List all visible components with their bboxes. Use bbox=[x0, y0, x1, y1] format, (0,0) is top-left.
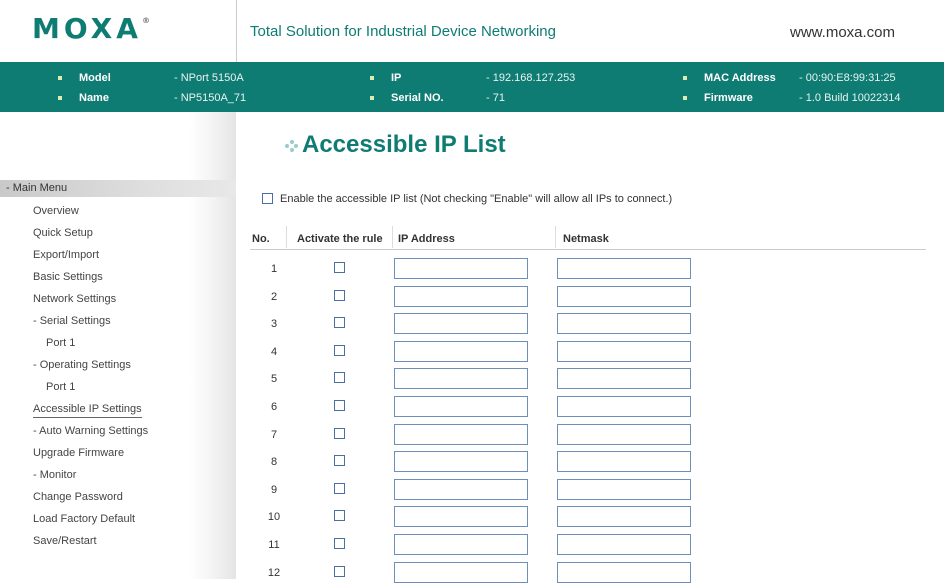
netmask-input[interactable] bbox=[557, 561, 691, 583]
main-menu-header[interactable]: - Main Menu bbox=[0, 180, 236, 197]
column-header-ip: IP Address bbox=[398, 233, 455, 245]
bullet-icon bbox=[683, 76, 687, 80]
table-header-divider bbox=[250, 249, 926, 250]
menu-item-port-1-6[interactable]: Port 1 bbox=[46, 335, 75, 351]
row-number: 12 bbox=[267, 566, 281, 579]
ip-address-input[interactable] bbox=[394, 423, 528, 445]
ip-address-input[interactable] bbox=[394, 506, 528, 528]
ip-address-input[interactable] bbox=[394, 368, 528, 390]
menu-item-save-restart[interactable]: Save/Restart bbox=[33, 533, 97, 549]
bullet-icon bbox=[58, 96, 62, 100]
enable-accessible-ip-checkbox[interactable] bbox=[262, 193, 273, 204]
bullet-icon bbox=[370, 76, 374, 80]
row-number: 1 bbox=[270, 263, 278, 275]
enable-accessible-ip-label: Enable the accessible IP list (Not check… bbox=[280, 193, 673, 205]
top-header: MOXA® Total Solution for Industrial Devi… bbox=[0, 0, 944, 62]
menu-item-port-1-8[interactable]: Port 1 bbox=[46, 379, 75, 395]
activate-rule-checkbox[interactable] bbox=[334, 400, 345, 411]
menu-item-quick-setup[interactable]: Quick Setup bbox=[33, 225, 93, 241]
netmask-input[interactable] bbox=[557, 258, 691, 279]
column-separator bbox=[286, 226, 287, 248]
row-number: 4 bbox=[270, 345, 278, 358]
menu-item-serial-settings[interactable]: - Serial Settings bbox=[33, 313, 111, 329]
netmask-input[interactable] bbox=[557, 285, 691, 307]
ip-address-input[interactable] bbox=[394, 561, 528, 583]
activate-rule-checkbox[interactable] bbox=[334, 510, 345, 522]
device-info-bar: Model - NPort 5150A Name - NP5150A_71 IP… bbox=[0, 62, 944, 112]
menu-item-overview[interactable]: Overview bbox=[33, 203, 79, 219]
column-separator bbox=[392, 226, 393, 248]
column-header-activate: Activate the rule bbox=[297, 233, 383, 245]
ip-address-input[interactable] bbox=[394, 313, 528, 335]
menu-item-load-factory-default[interactable]: Load Factory Default bbox=[33, 511, 135, 527]
tagline: Total Solution for Industrial Device Net… bbox=[250, 23, 556, 40]
activate-rule-checkbox[interactable] bbox=[334, 262, 345, 273]
netmask-input[interactable] bbox=[557, 340, 691, 362]
ip-address-input[interactable] bbox=[394, 285, 528, 307]
netmask-input[interactable] bbox=[557, 478, 691, 500]
row-number: 7 bbox=[270, 428, 278, 441]
bullet-icon bbox=[58, 76, 62, 80]
activate-rule-checkbox[interactable] bbox=[334, 427, 345, 439]
activate-rule-checkbox[interactable] bbox=[334, 482, 345, 494]
menu-item-accessible-ip-settings[interactable]: Accessible IP Settings bbox=[33, 401, 142, 418]
column-separator bbox=[555, 226, 556, 248]
netmask-input[interactable] bbox=[557, 396, 691, 417]
title-dots-icon bbox=[282, 138, 298, 154]
website-label: www.moxa.com bbox=[790, 24, 896, 41]
row-number: 11 bbox=[268, 539, 280, 551]
ip-address-input[interactable] bbox=[394, 340, 528, 362]
column-header-no: No. bbox=[252, 233, 270, 245]
ip-address-input[interactable] bbox=[394, 396, 528, 417]
ip-address-input[interactable] bbox=[394, 478, 528, 500]
ip-address-input[interactable] bbox=[394, 451, 528, 473]
netmask-input[interactable] bbox=[557, 423, 691, 445]
bullet-icon bbox=[370, 96, 374, 100]
menu-item-network-settings[interactable]: Network Settings bbox=[33, 291, 116, 307]
netmask-input[interactable] bbox=[557, 506, 691, 528]
row-number: 10 bbox=[267, 511, 281, 524]
activate-rule-checkbox[interactable] bbox=[334, 565, 345, 577]
row-number: 6 bbox=[270, 401, 278, 413]
activate-rule-checkbox[interactable] bbox=[334, 538, 345, 549]
netmask-input[interactable] bbox=[557, 534, 691, 555]
netmask-input[interactable] bbox=[557, 313, 691, 335]
menu-item-upgrade-firmware[interactable]: Upgrade Firmware bbox=[33, 445, 124, 461]
column-header-netmask: Netmask bbox=[563, 233, 609, 245]
netmask-input[interactable] bbox=[557, 451, 691, 473]
ip-address-input[interactable] bbox=[394, 534, 528, 555]
row-number: 8 bbox=[270, 456, 278, 469]
header-divider bbox=[236, 0, 237, 62]
menu-item-auto-warning-settings[interactable]: - Auto Warning Settings bbox=[33, 423, 148, 439]
menu-item-export-import[interactable]: Export/Import bbox=[33, 247, 99, 263]
moxa-logo: MOXA® bbox=[32, 12, 150, 45]
row-number: 5 bbox=[270, 373, 278, 386]
activate-rule-checkbox[interactable] bbox=[334, 372, 345, 384]
menu-item-monitor[interactable]: - Monitor bbox=[33, 467, 76, 483]
ip-address-input[interactable] bbox=[394, 258, 528, 279]
activate-rule-checkbox[interactable] bbox=[334, 455, 345, 467]
activate-rule-checkbox[interactable] bbox=[334, 289, 345, 301]
activate-rule-checkbox[interactable] bbox=[334, 317, 345, 329]
page-title: Accessible IP List bbox=[282, 131, 506, 159]
row-number: 3 bbox=[270, 318, 278, 331]
activate-rule-checkbox[interactable] bbox=[334, 344, 345, 356]
menu-item-basic-settings[interactable]: Basic Settings bbox=[33, 269, 103, 285]
netmask-input[interactable] bbox=[557, 368, 691, 390]
row-number: 9 bbox=[270, 483, 278, 496]
row-number: 2 bbox=[270, 290, 278, 303]
bullet-icon bbox=[683, 96, 687, 100]
menu-item-operating-settings[interactable]: - Operating Settings bbox=[33, 357, 131, 373]
menu-item-change-password[interactable]: Change Password bbox=[33, 489, 123, 505]
